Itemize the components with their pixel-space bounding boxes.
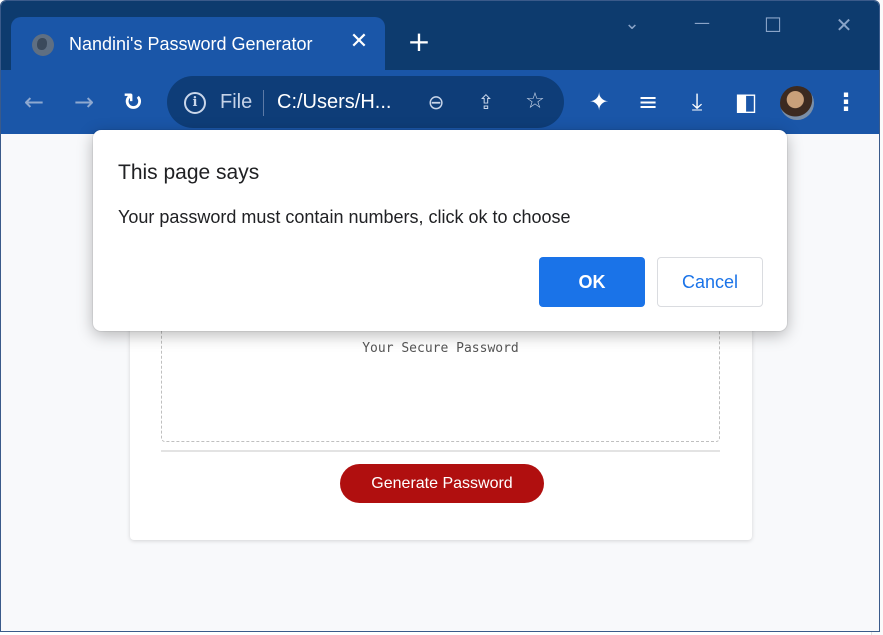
browser-window: Nandini's Password Generator ✕ + ⌄ — ☐ ✕…: [0, 0, 880, 632]
zoom-icon[interactable]: ⊖: [422, 88, 450, 116]
address-bar[interactable]: i File C:/Users/H... ⊖ ⇪ ☆: [167, 76, 564, 128]
site-info-icon[interactable]: i: [184, 92, 206, 114]
profile-avatar[interactable]: [780, 86, 814, 120]
card-divider: [161, 450, 720, 452]
close-tab-icon[interactable]: ✕: [347, 30, 371, 54]
tab-strip: Nandini's Password Generator ✕ + ⌄ — ☐ ✕: [1, 1, 879, 70]
alert-dialog: This page says Your password must contai…: [93, 130, 787, 331]
maximize-icon[interactable]: ☐: [758, 13, 788, 41]
side-panel-icon[interactable]: ◧: [730, 86, 762, 118]
url-text[interactable]: C:/Users/H...: [277, 91, 391, 114]
dialog-message: Your password must contain numbers, clic…: [118, 207, 571, 227]
forward-arrow-icon[interactable]: →: [68, 86, 100, 118]
password-textarea[interactable]: Your Secure Password: [161, 320, 720, 442]
new-tab-button[interactable]: +: [405, 28, 433, 57]
download-icon[interactable]: ⤓: [681, 86, 713, 118]
tab-password-generator[interactable]: Nandini's Password Generator ✕: [11, 17, 385, 70]
back-arrow-icon[interactable]: ←: [18, 86, 50, 118]
browser-toolbar: ← → ↻ i File C:/Users/H... ⊖ ⇪ ☆ ✦ ≡ ⤓ ◧…: [1, 70, 879, 134]
globe-icon: [32, 34, 54, 56]
reload-icon[interactable]: ↻: [117, 86, 149, 118]
browser-menu-icon[interactable]: ⋮: [830, 86, 862, 118]
tab-search-icon[interactable]: ⌄: [617, 13, 647, 41]
dialog-heading: This page says: [118, 161, 260, 184]
minimize-icon[interactable]: —: [687, 13, 717, 41]
ok-button[interactable]: OK: [539, 257, 645, 307]
address-separator: [263, 90, 264, 116]
bookmark-star-icon[interactable]: ☆: [521, 88, 549, 116]
scheme-label: File: [220, 91, 253, 113]
cancel-button[interactable]: Cancel: [657, 257, 763, 307]
media-control-icon[interactable]: ≡: [632, 86, 664, 118]
tab-title: Nandini's Password Generator: [69, 34, 313, 54]
close-window-icon[interactable]: ✕: [829, 13, 859, 41]
extensions-puzzle-icon[interactable]: ✦: [583, 86, 615, 118]
generate-password-button[interactable]: Generate Password: [340, 464, 544, 503]
share-icon[interactable]: ⇪: [472, 88, 500, 116]
password-placeholder: Your Secure Password: [362, 341, 519, 356]
